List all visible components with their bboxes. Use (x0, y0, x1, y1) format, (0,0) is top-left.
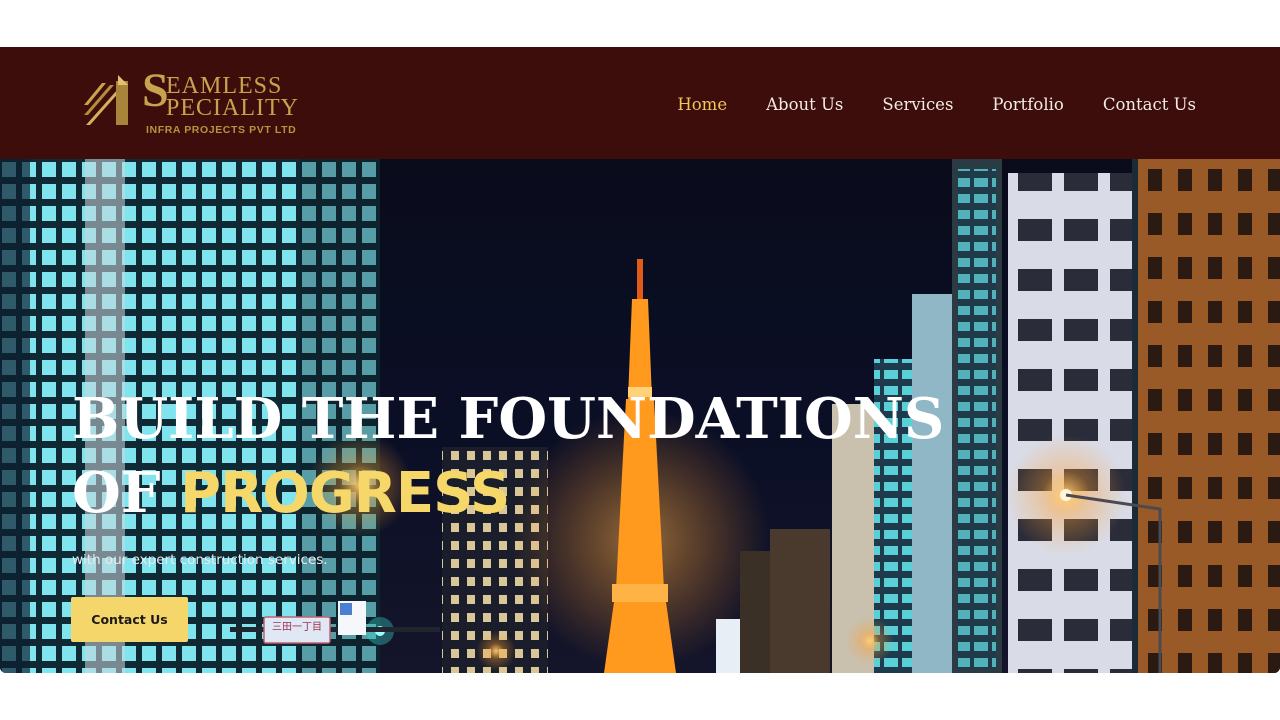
logo-initial: S (142, 64, 169, 117)
nav-item-portfolio[interactable]: Portfolio (992, 95, 1063, 114)
logo-subline: INFRA PROJECTS PVT LTD (146, 124, 297, 136)
brand-logo[interactable]: S EAMLESS PECIALITY INFRA PROJECTS PVT L… (84, 64, 324, 139)
nav-item-about-us[interactable]: About Us (766, 95, 843, 114)
website-frame: S EAMLESS PECIALITY INFRA PROJECTS PVT L… (0, 47, 1280, 673)
hero-section: 三田一丁目 BUILD THE FOUNDATIONS OF PROGRESS … (0, 159, 1280, 673)
nav-item-home[interactable]: Home (677, 95, 727, 114)
hero-tagline: with our expert construction services. (72, 552, 328, 568)
main-navigation: Home About Us Services Portfolio Contact… (677, 95, 1196, 114)
logo-line-2: PECIALITY (166, 95, 299, 121)
headline-prefix: OF (72, 460, 181, 526)
headline-line-2: OF PROGRESS (72, 465, 944, 522)
hero-headline: BUILD THE FOUNDATIONS OF PROGRESS (72, 391, 944, 522)
contact-us-button[interactable]: Contact Us (71, 597, 188, 642)
nav-item-contact-us[interactable]: Contact Us (1103, 95, 1196, 114)
nav-item-services[interactable]: Services (882, 95, 953, 114)
street-sign-text: 三田一丁目 (272, 622, 322, 633)
headline-accent: PROGRESS (180, 461, 510, 526)
headline-line-1: BUILD THE FOUNDATIONS (72, 386, 945, 452)
site-header: S EAMLESS PECIALITY INFRA PROJECTS PVT L… (0, 47, 1280, 159)
logo-mark-icon (84, 75, 128, 125)
